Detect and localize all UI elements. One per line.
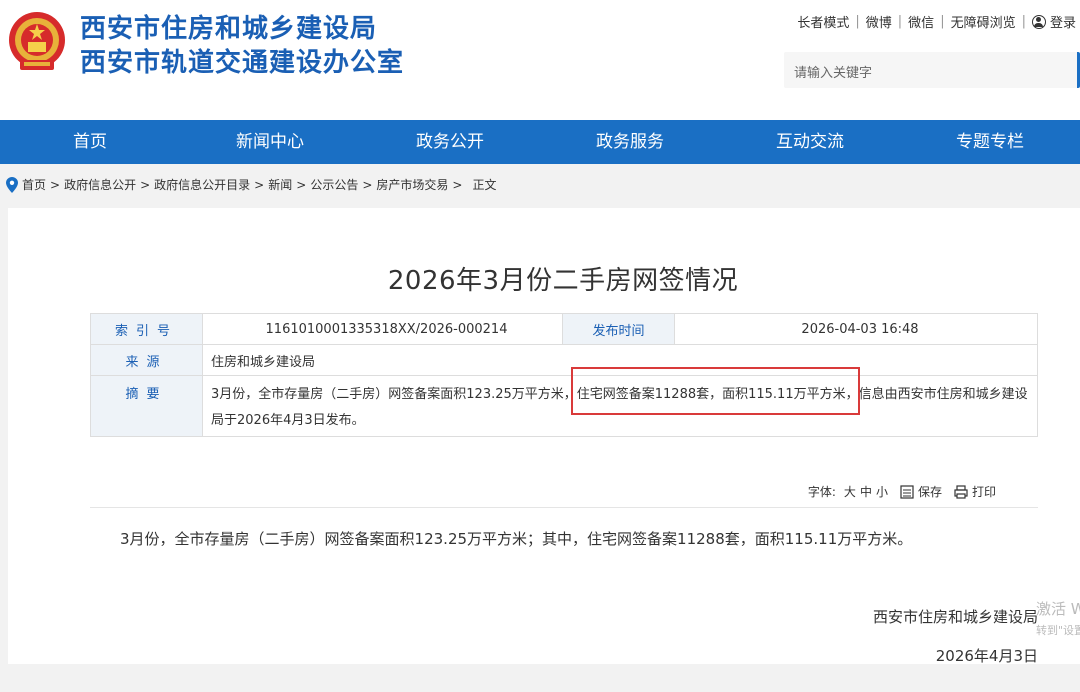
weibo-link[interactable]: 微博 (866, 12, 892, 31)
signature-date: 2026年4月3日 (935, 647, 1038, 665)
separator: | (940, 14, 945, 29)
summary-label: 摘要 (90, 375, 203, 437)
accessibility-link[interactable]: 无障碍浏览 (951, 12, 1016, 31)
breadcrumb-item[interactable]: 新闻 (268, 176, 292, 193)
breadcrumb-item[interactable]: 公示公告 (310, 176, 358, 193)
nav-item-home[interactable]: 首页 (0, 120, 180, 164)
save-button[interactable]: 保存 (918, 483, 942, 500)
separator: | (855, 14, 860, 29)
separator: | (897, 14, 903, 29)
login-link[interactable]: 登录 (1050, 12, 1076, 31)
article-title: 2026年3月份二手房网签情况 (387, 266, 739, 296)
user-icon (1031, 14, 1046, 29)
activation-watermark: 激活 W (1036, 600, 1080, 618)
article-body: 3月份，全市存量房（二手房）网签备案面积123.25万平方米；其中，住宅网签备案… (120, 530, 913, 548)
activation-watermark-hint: 转到"设置 (1036, 624, 1080, 637)
separator: | (1021, 14, 1026, 29)
nav-item-gov-service[interactable]: 政务服务 (540, 120, 720, 164)
article-meta-table: 索引号 1161010001335318XX/2026-000214 发布时间 … (90, 313, 1038, 437)
breadcrumb-item[interactable]: 房产市场交易 (376, 176, 448, 193)
breadcrumb-separator: > (254, 177, 265, 192)
main-nav: 首页 新闻中心 政务公开 政务服务 互动交流 专题专栏 (0, 120, 1080, 164)
site-title[interactable]: 西安市住房和城乡建设局 西安市轨道交通建设办公室 (80, 12, 404, 80)
index-label: 索引号 (90, 313, 203, 345)
print-button[interactable]: 打印 (972, 483, 996, 500)
save-icon[interactable] (900, 484, 914, 499)
breadcrumb-separator: > (296, 177, 307, 192)
search-input[interactable]: 请输入关键字 (784, 52, 1080, 88)
site-title-line1: 西安市住房和城乡建设局 (80, 14, 378, 44)
nav-item-interaction[interactable]: 互动交流 (720, 120, 900, 164)
breadcrumb-current: 正文 (472, 178, 497, 192)
breadcrumb-separator: > (452, 177, 463, 192)
breadcrumb-separator: > (362, 177, 373, 192)
breadcrumb: 首页 > 政府信息公开 > 政府信息公开目录 > 新闻 > 公示公告 > 房产市场交易 > … (6, 176, 496, 193)
signature-organization: 西安市住房和城乡建设局 (872, 608, 1038, 626)
article-tools: 字体: 大 中 小 保存 打印 (804, 483, 996, 500)
site-title-line2: 西安市轨道交通建设办公室 (80, 48, 405, 78)
breadcrumb-item[interactable]: 政府信息公开 (64, 176, 136, 193)
site-header: 西安市住房和城乡建设局 西安市轨道交通建设办公室 长者模式 | 微博 | 微信 … (0, 0, 1080, 120)
wechat-link[interactable]: 微信 (908, 12, 934, 31)
location-pin-icon (6, 176, 18, 193)
font-size-medium[interactable]: 中 (860, 483, 872, 500)
nav-item-gov-info[interactable]: 政务公开 (360, 120, 540, 164)
nav-item-topics[interactable]: 专题专栏 (900, 120, 1080, 164)
font-size-label: 字体: (807, 485, 836, 499)
top-links: 长者模式 | 微博 | 微信 | 无障碍浏览 | 登录 (797, 12, 1076, 31)
publish-date-label: 发布时间 (562, 313, 675, 345)
print-icon[interactable] (954, 484, 968, 499)
breadcrumb-separator: > (50, 177, 61, 192)
font-size-large[interactable]: 大 (844, 483, 856, 500)
highlight-box (571, 367, 860, 415)
font-size-small[interactable]: 小 (876, 483, 888, 500)
national-emblem-icon (9, 12, 65, 70)
article-card: 2026年3月份二手房网签情况 索引号 1161010001335318XX/2… (8, 208, 1080, 665)
elder-mode-link[interactable]: 长者模式 (797, 12, 849, 31)
divider (90, 507, 1038, 508)
breadcrumb-item[interactable]: 首页 (22, 176, 46, 193)
publish-date-value: 2026-04-03 16:48 (674, 313, 1038, 345)
nav-item-news[interactable]: 新闻中心 (180, 120, 360, 164)
index-value: 1161010001335318XX/2026-000214 (202, 313, 563, 345)
breadcrumb-separator: > (140, 177, 151, 192)
source-label: 来源 (90, 344, 203, 376)
breadcrumb-item[interactable]: 政府信息公开目录 (154, 176, 250, 193)
